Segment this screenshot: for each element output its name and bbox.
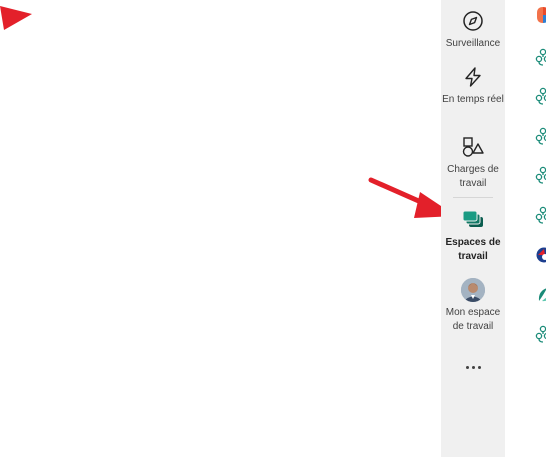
workspace-icon[interactable]	[535, 206, 546, 224]
annotation-triangle	[0, 6, 32, 30]
workspaces-icon	[461, 208, 485, 232]
nav-divider	[453, 197, 493, 198]
compass-icon	[461, 9, 485, 33]
nav-label-surveillance: Surveillance	[445, 38, 501, 49]
shapes-icon	[461, 135, 485, 159]
left-nav-rail: Surveillance En temps réel Charges de tr…	[441, 0, 505, 457]
more-icon	[465, 365, 469, 369]
nav-label-charges-de-travail: Charges de travail	[447, 164, 499, 189]
lightning-icon	[461, 65, 485, 89]
nav-item-charges-de-travail[interactable]: Charges de travail	[441, 135, 505, 191]
nav-item-espaces-de-travail[interactable]: Espaces de travail	[441, 208, 505, 264]
more-button[interactable]	[441, 358, 505, 376]
colorful-workspace-icon[interactable]	[535, 285, 546, 303]
workspace-icon[interactable]	[535, 48, 546, 66]
nav-item-mon-espace-de-travail[interactable]: Mon espace de travail	[441, 278, 505, 334]
nav-label-espaces-de-travail: Espaces de travail	[445, 237, 501, 262]
nav-item-en-temps-reel[interactable]: En temps réel	[441, 65, 505, 107]
nav-label-en-temps-reel: En temps réel	[442, 94, 504, 105]
fabric-logo-icon[interactable]	[535, 6, 546, 24]
workspace-list	[505, 0, 546, 457]
workspace-icon[interactable]	[535, 127, 546, 145]
avatar	[461, 278, 485, 302]
nav-item-surveillance[interactable]: Surveillance	[441, 9, 505, 51]
colorful-workspace-icon[interactable]	[535, 246, 546, 264]
workspace-icon[interactable]	[535, 325, 546, 343]
workspace-icon[interactable]	[535, 87, 546, 105]
workspace-icon[interactable]	[535, 166, 546, 184]
nav-label-mon-espace-de-travail: Mon espace de travail	[445, 307, 501, 332]
